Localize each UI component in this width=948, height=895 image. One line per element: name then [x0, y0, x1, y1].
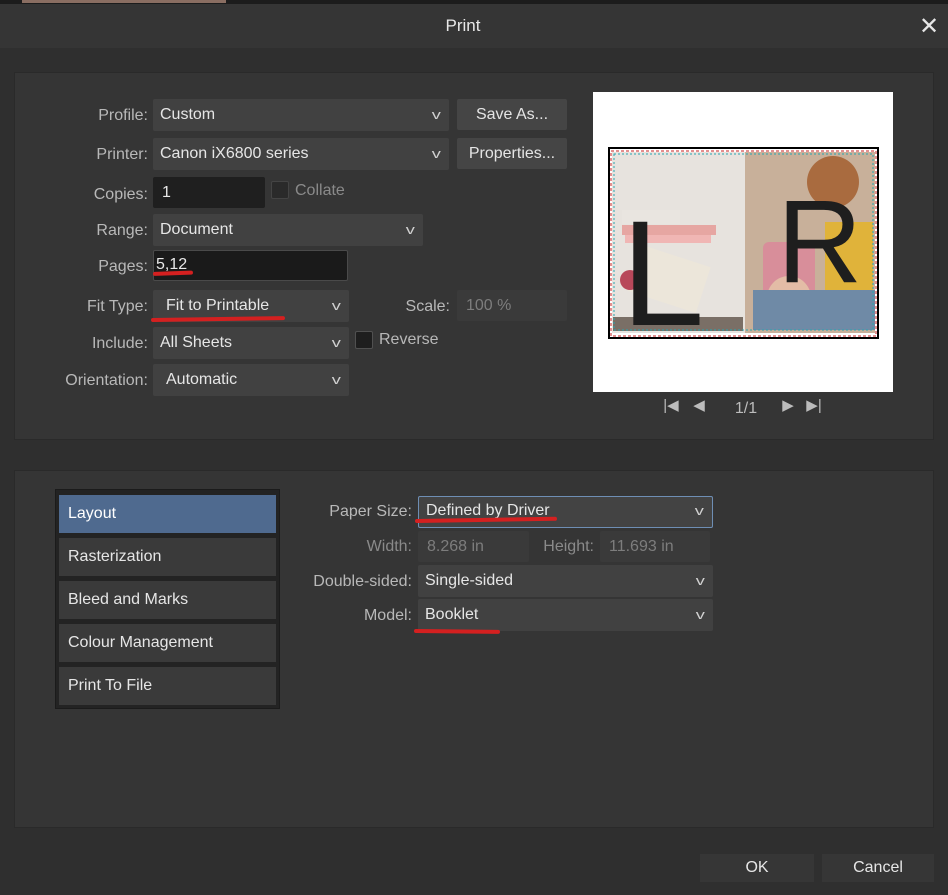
scale-input[interactable]: 100 % [457, 290, 567, 321]
cancel-button[interactable]: Cancel [822, 854, 934, 882]
properties-button[interactable]: Properties... [457, 138, 567, 169]
chevron-down-icon: v [431, 146, 441, 161]
pages-label: Pages: [98, 258, 148, 275]
ok-button[interactable]: OK [700, 854, 814, 882]
collate-label: Collate [295, 182, 345, 199]
chevron-down-icon: v [694, 503, 704, 518]
reverse-label: Reverse [379, 331, 439, 348]
include-label: Include: [91, 335, 148, 352]
double-sided-dropdown[interactable]: Single-sided v [418, 565, 713, 597]
next-page-icon[interactable]: ▶ [779, 396, 797, 416]
profile-dropdown[interactable]: Custom v [153, 99, 449, 131]
sidebar-item-colour-management[interactable]: Colour Management [59, 624, 276, 662]
chevron-down-icon: v [331, 298, 341, 313]
first-page-icon[interactable]: |◀ [662, 396, 680, 416]
chevron-down-icon: v [405, 222, 415, 237]
chevron-down-icon: v [695, 607, 705, 622]
height-label: Height: [543, 538, 594, 555]
profile-value: Custom [160, 106, 216, 123]
prev-page-icon[interactable]: ◀ [690, 396, 708, 416]
orientation-value: Automatic [166, 371, 238, 388]
background-thumbnail [22, 0, 226, 3]
width-input[interactable]: 8.268 in [418, 531, 529, 562]
chevron-down-icon: v [695, 573, 705, 588]
include-value: All Sheets [160, 334, 233, 351]
collate-checkbox[interactable] [271, 181, 289, 199]
pages-input[interactable]: 5,12 [153, 250, 348, 281]
print-preview: L R [593, 92, 893, 392]
paper-size-label: Paper Size: [329, 503, 412, 520]
width-label: Width: [366, 538, 412, 555]
page-counter: 1/1 [734, 400, 758, 417]
chevron-down-icon: v [431, 107, 441, 122]
range-label: Range: [96, 222, 148, 239]
double-sided-label: Double-sided: [313, 573, 412, 590]
fit-type-value: Fit to Printable [166, 297, 270, 314]
letter-r: R [777, 176, 862, 308]
printer-dropdown[interactable]: Canon iX6800 series v [153, 138, 449, 170]
include-dropdown[interactable]: All Sheets v [153, 327, 349, 359]
sidebar-item-rasterization[interactable]: Rasterization [59, 538, 276, 576]
sidebar-item-print-to-file[interactable]: Print To File [59, 667, 276, 705]
copies-label: Copies: [93, 186, 148, 203]
fit-type-label: Fit Type: [86, 298, 148, 315]
close-icon[interactable]: ✕ [914, 12, 944, 42]
copies-input[interactable]: 1 [153, 177, 265, 208]
letter-l: L [621, 189, 704, 357]
model-label: Model: [363, 607, 412, 624]
range-dropdown[interactable]: Document v [153, 214, 423, 246]
printer-value: Canon iX6800 series [160, 145, 309, 162]
model-dropdown[interactable]: Booklet v [418, 599, 713, 631]
model-value: Booklet [425, 606, 479, 623]
profile-label: Profile: [98, 107, 148, 124]
orientation-label: Orientation: [65, 372, 148, 389]
printer-label: Printer: [96, 146, 148, 163]
reverse-checkbox[interactable] [355, 331, 373, 349]
dialog-title: Print [445, 16, 481, 35]
sidebar-item-layout[interactable]: Layout [59, 495, 276, 533]
orientation-dropdown[interactable]: Automatic v [153, 364, 349, 396]
range-value: Document [160, 221, 233, 238]
paper-size-dropdown[interactable]: Defined by Driver v [418, 496, 713, 528]
preview-sheet-graphic: L R [608, 147, 879, 357]
last-page-icon[interactable]: ▶| [805, 396, 823, 416]
chevron-down-icon: v [331, 372, 341, 387]
sidebar-item-bleed-and-marks[interactable]: Bleed and Marks [59, 581, 276, 619]
double-sided-value: Single-sided [425, 572, 514, 589]
chevron-down-icon: v [331, 335, 341, 350]
save-as-button[interactable]: Save As... [457, 99, 567, 130]
scale-label: Scale: [405, 298, 450, 315]
height-input[interactable]: 11.693 in [600, 531, 710, 562]
